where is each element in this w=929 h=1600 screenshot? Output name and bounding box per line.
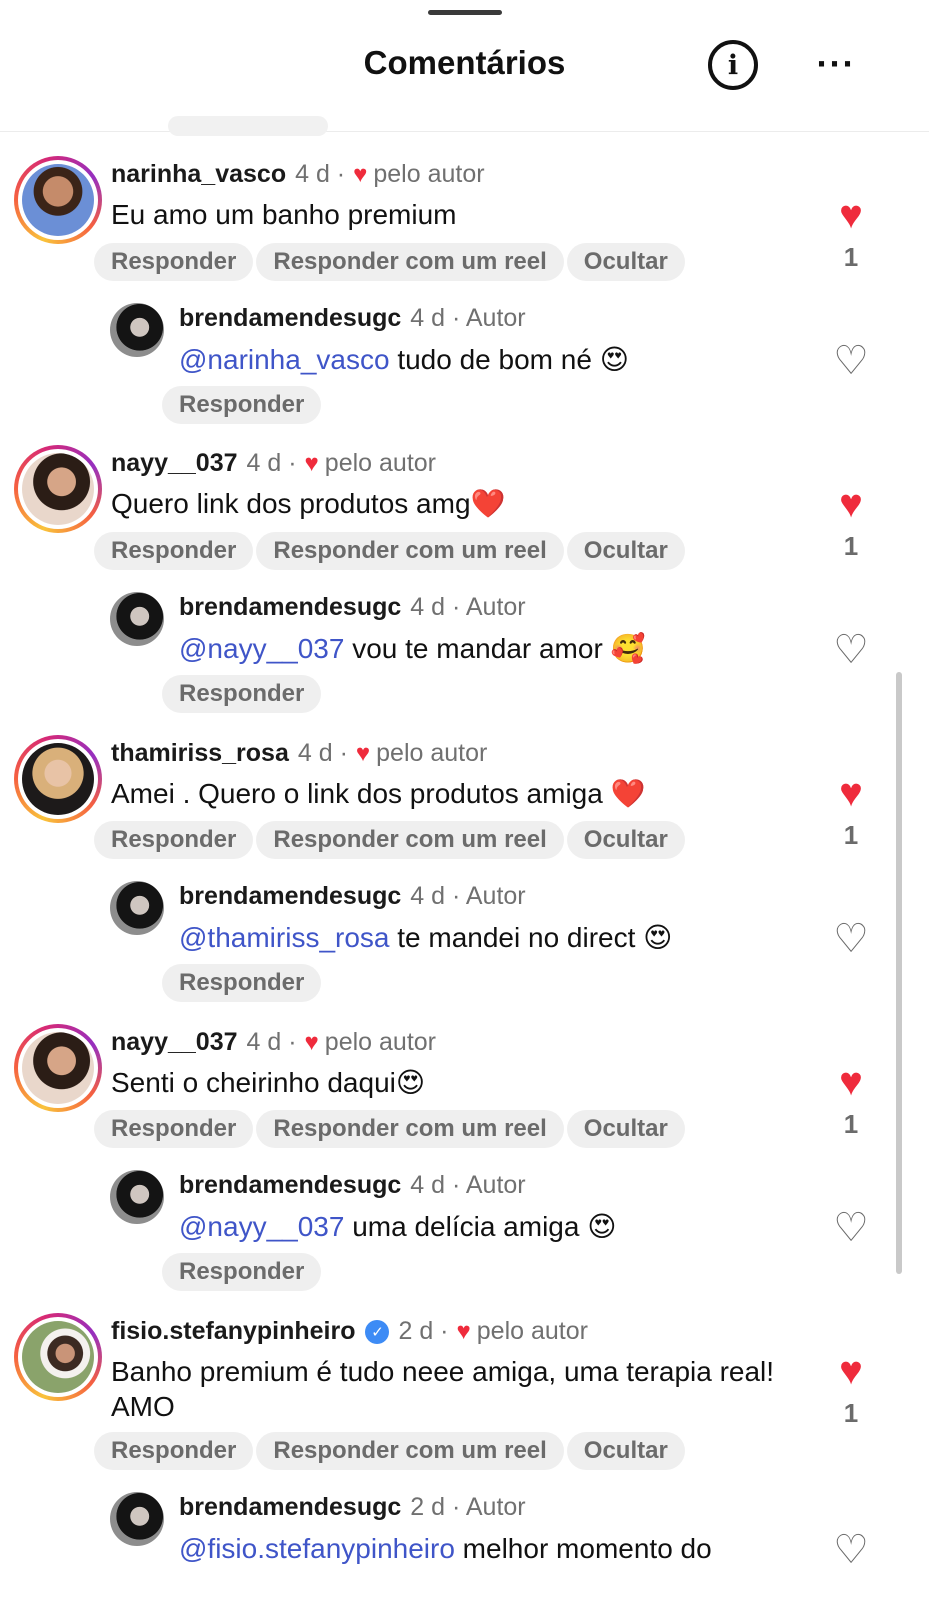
avatar[interactable] (14, 156, 102, 244)
reply-time: 4 d · Autor (410, 304, 526, 332)
hide-button[interactable]: Ocultar (566, 243, 685, 281)
verified-badge-icon: ✓ (365, 1319, 390, 1344)
reply-avatar[interactable] (110, 592, 164, 646)
comment-time: 4 d · (246, 1028, 297, 1056)
comment-time: 4 d · (297, 739, 348, 767)
like-heart-outline-icon[interactable]: ♡ (826, 630, 876, 670)
reply-with-reel-button[interactable]: Responder com um reel (256, 243, 564, 281)
like-count: 1 (843, 1109, 859, 1139)
reply-username[interactable]: brendamendesugc (179, 1171, 401, 1200)
reply-avatar[interactable] (110, 1492, 164, 1546)
reply-username[interactable]: brendamendesugc (179, 882, 401, 911)
reply-button[interactable]: Responder (94, 821, 254, 859)
liked-by-author-label: pelo autor (476, 1317, 588, 1345)
comment-username[interactable]: narinha_vasco (111, 160, 286, 189)
like-count: 1 (843, 531, 859, 561)
like-count: 1 (843, 820, 859, 850)
like-heart-outline-icon[interactable]: ♡ (826, 1208, 876, 1248)
like-heart-outline-icon[interactable]: ♡ (826, 919, 876, 959)
reply-button[interactable]: Responder (94, 1432, 254, 1470)
comment-text: Senti o cheirinho daqui😍 (111, 1067, 426, 1098)
scrollbar[interactable] (896, 672, 902, 1274)
mention-link[interactable]: @narinha_vasco (179, 344, 390, 375)
reply-avatar[interactable] (110, 881, 164, 935)
liked-by-author-label: pelo autor (373, 160, 485, 188)
like-heart-outline-icon[interactable]: ♡ (826, 341, 876, 381)
comment-username[interactable]: nayy__037 (111, 1028, 238, 1057)
reply-time: 4 d · Autor (410, 593, 526, 621)
reply-text: @nayy__037 uma delícia amiga 😍 (179, 1211, 617, 1242)
mention-link[interactable]: @nayy__037 (179, 633, 344, 664)
reply-button[interactable]: Responder (162, 386, 322, 424)
mention-link[interactable]: @nayy__037 (179, 1211, 344, 1242)
liked-by-author-label: pelo autor (324, 1028, 436, 1056)
liked-by-author-label: pelo autor (376, 739, 488, 767)
reply-username[interactable]: brendamendesugc (179, 593, 401, 622)
reply-button[interactable]: Responder (94, 243, 254, 281)
comment-time: 4 d · (295, 160, 346, 188)
like-count: 1 (843, 242, 859, 272)
reply-username[interactable]: brendamendesugc (179, 304, 401, 333)
mention-link[interactable]: @thamiriss_rosa (179, 922, 389, 953)
reply-text: @nayy__037 vou te mandar amor 🥰 (179, 633, 646, 664)
comment-username[interactable]: nayy__037 (111, 449, 238, 478)
like-heart-outline-icon[interactable]: ♡ (826, 1530, 876, 1570)
reply-with-reel-button[interactable]: Responder com um reel (256, 1110, 564, 1148)
reply-time: 4 d · Autor (410, 882, 526, 910)
avatar[interactable] (14, 445, 102, 533)
comment-username[interactable]: fisio.stefanypinheiro (111, 1317, 355, 1346)
avatar[interactable] (14, 1313, 102, 1401)
like-heart-icon[interactable]: ♥ (826, 484, 876, 524)
heart-icon: ♥ (456, 1317, 471, 1345)
avatar[interactable] (14, 1024, 102, 1112)
hide-button[interactable]: Ocultar (566, 532, 685, 570)
comment-text: Amei . Quero o link dos produtos amiga ❤… (111, 778, 646, 809)
comments-sheet: Comentários i ··· narinha_vasco 4 d · ♥ … (0, 0, 929, 1600)
avatar[interactable] (14, 735, 102, 823)
reply-button[interactable]: Responder (162, 1253, 322, 1291)
like-heart-icon[interactable]: ♥ (826, 195, 876, 235)
heart-icon: ♥ (304, 449, 319, 477)
comment-username[interactable]: thamiriss_rosa (111, 739, 289, 768)
comment-text: Banho premium é tudo neee amiga, uma ter… (111, 1356, 775, 1422)
reply-button[interactable]: Responder (162, 964, 322, 1002)
comment-time: 2 d · (398, 1317, 449, 1345)
comment-text: Eu amo um banho premium (111, 199, 457, 230)
reply-avatar[interactable] (110, 303, 164, 357)
reply-with-reel-button[interactable]: Responder com um reel (256, 532, 564, 570)
like-heart-icon[interactable]: ♥ (826, 1062, 876, 1102)
reply-button[interactable]: Responder (94, 532, 254, 570)
heart-icon: ♥ (304, 1028, 319, 1056)
reply-text: @narinha_vasco tudo de bom né 😍 (179, 344, 629, 375)
heart-icon: ♥ (355, 739, 371, 767)
like-count: 1 (843, 1398, 859, 1428)
reply-time: 2 d · Autor (410, 1493, 526, 1521)
reply-text: @fisio.stefanypinheiro melhor momento do (179, 1533, 712, 1564)
heart-icon: ♥ (353, 160, 368, 188)
comment-time: 4 d · (246, 449, 297, 477)
reply-button[interactable]: Responder (162, 675, 322, 713)
reply-avatar[interactable] (110, 1170, 164, 1224)
reply-time: 4 d · Autor (410, 1171, 526, 1199)
mention-link[interactable]: @fisio.stefanypinheiro (179, 1533, 455, 1564)
reply-text: @thamiriss_rosa te mandei no direct 😍 (179, 922, 673, 953)
reply-with-reel-button[interactable]: Responder com um reel (256, 1432, 564, 1470)
reply-with-reel-button[interactable]: Responder com um reel (256, 821, 564, 859)
liked-by-author-label: pelo autor (324, 449, 436, 477)
like-heart-icon[interactable]: ♥ (826, 1351, 876, 1391)
reply-username[interactable]: brendamendesugc (179, 1493, 401, 1522)
reply-button[interactable]: Responder (94, 1110, 254, 1148)
like-heart-icon[interactable]: ♥ (826, 773, 876, 813)
comment-text: Quero link dos produtos amg❤️ (111, 488, 506, 519)
hide-button[interactable]: Ocultar (566, 821, 685, 859)
hide-button[interactable]: Ocultar (566, 1110, 685, 1148)
hide-button[interactable]: Ocultar (566, 1432, 685, 1470)
comments-list: narinha_vasco 4 d · ♥ pelo autor Eu amo … (0, 0, 929, 1600)
